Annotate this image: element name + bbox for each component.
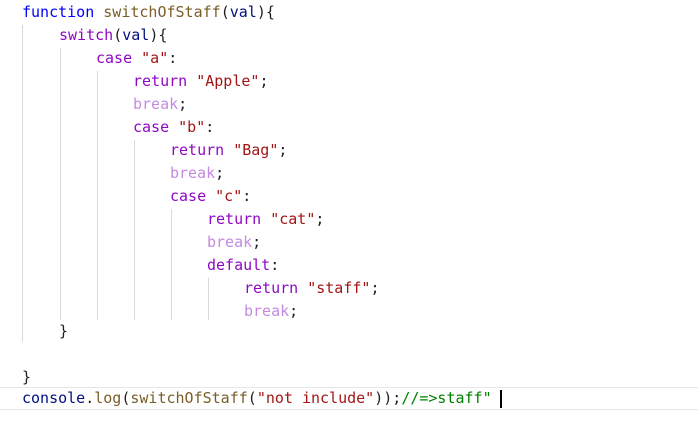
indent-guide-level-2 xyxy=(60,48,61,320)
code-token: "Apple" xyxy=(196,72,260,90)
code-editor[interactable]: function switchOfStaff(val){ switch(val)… xyxy=(0,0,698,424)
code-token: case xyxy=(133,118,170,136)
code-token: ; xyxy=(278,141,288,159)
text-cursor xyxy=(500,390,502,408)
code-token: //=>staff" xyxy=(401,389,492,407)
code-token: ){ xyxy=(149,26,168,44)
code-token: return xyxy=(133,72,188,90)
code-line-10[interactable]: return "cat"; xyxy=(207,208,324,231)
code-line-18[interactable]: console.log(switchOfStaff("not include")… xyxy=(22,387,492,410)
code-token: return xyxy=(244,279,299,297)
code-token: ; xyxy=(215,164,225,182)
code-line-8[interactable]: break; xyxy=(170,162,224,185)
code-line-2[interactable]: switch(val){ xyxy=(59,24,167,47)
code-line-1[interactable]: function switchOfStaff(val){ xyxy=(22,1,275,24)
code-line-7[interactable]: return "Bag"; xyxy=(170,139,287,162)
indent-guide-level-1 xyxy=(22,25,23,342)
code-line-9[interactable]: case "c": xyxy=(170,185,251,208)
code-token: case xyxy=(96,49,133,67)
code-token: case xyxy=(170,187,207,205)
code-token: ( xyxy=(247,389,257,407)
code-token: ){ xyxy=(256,3,275,21)
code-token: switchOfStaff xyxy=(130,389,248,407)
code-token: return xyxy=(170,141,225,159)
code-line-15[interactable]: } xyxy=(59,320,68,343)
code-token: : xyxy=(242,187,252,205)
code-token: ; xyxy=(259,72,269,90)
code-token: "not include" xyxy=(256,389,375,407)
code-token: val xyxy=(229,3,257,21)
code-token: . xyxy=(85,389,95,407)
code-token: val xyxy=(122,26,150,44)
code-line-12[interactable]: default: xyxy=(207,254,279,277)
code-token: ( xyxy=(220,3,230,21)
code-token: "a" xyxy=(141,49,169,67)
code-token: ; xyxy=(315,210,325,228)
indent-guide-level-5 xyxy=(171,209,172,320)
code-token: "Bag" xyxy=(233,141,279,159)
code-token: ; xyxy=(289,302,299,320)
code-line-11[interactable]: break; xyxy=(207,231,261,254)
code-token: log xyxy=(94,389,122,407)
code-token: )); xyxy=(374,389,402,407)
code-token: : xyxy=(168,49,178,67)
code-token: : xyxy=(205,118,215,136)
code-token: "staff" xyxy=(307,279,371,297)
indent-guide-level-4 xyxy=(134,140,135,320)
code-token: switchOfStaff xyxy=(103,3,221,21)
code-token: break xyxy=(170,164,216,182)
code-token: break xyxy=(133,95,179,113)
code-token: ; xyxy=(370,279,380,297)
code-token: break xyxy=(207,233,253,251)
code-token: : xyxy=(270,256,280,274)
code-token: "c" xyxy=(215,187,243,205)
code-token: ; xyxy=(252,233,262,251)
code-token: ( xyxy=(113,26,123,44)
code-token: "cat" xyxy=(270,210,316,228)
code-token: return xyxy=(207,210,262,228)
code-line-4[interactable]: return "Apple"; xyxy=(133,70,268,93)
code-line-6[interactable]: case "b": xyxy=(133,116,214,139)
code-token: break xyxy=(244,302,290,320)
indent-guide-level-3 xyxy=(97,71,98,320)
code-token: "b" xyxy=(178,118,206,136)
code-line-17[interactable]: } xyxy=(22,366,31,389)
code-token: ; xyxy=(178,95,188,113)
code-token: console xyxy=(22,389,86,407)
code-token: switch xyxy=(59,26,114,44)
code-line-13[interactable]: return "staff"; xyxy=(244,277,379,300)
code-line-3[interactable]: case "a": xyxy=(96,47,177,70)
code-token: } xyxy=(59,322,69,340)
indent-guide-level-6 xyxy=(208,278,209,320)
code-token: function xyxy=(22,3,95,21)
code-token: } xyxy=(22,368,32,386)
code-line-14[interactable]: break; xyxy=(244,300,298,323)
code-token: default xyxy=(207,256,271,274)
code-line-5[interactable]: break; xyxy=(133,93,187,116)
